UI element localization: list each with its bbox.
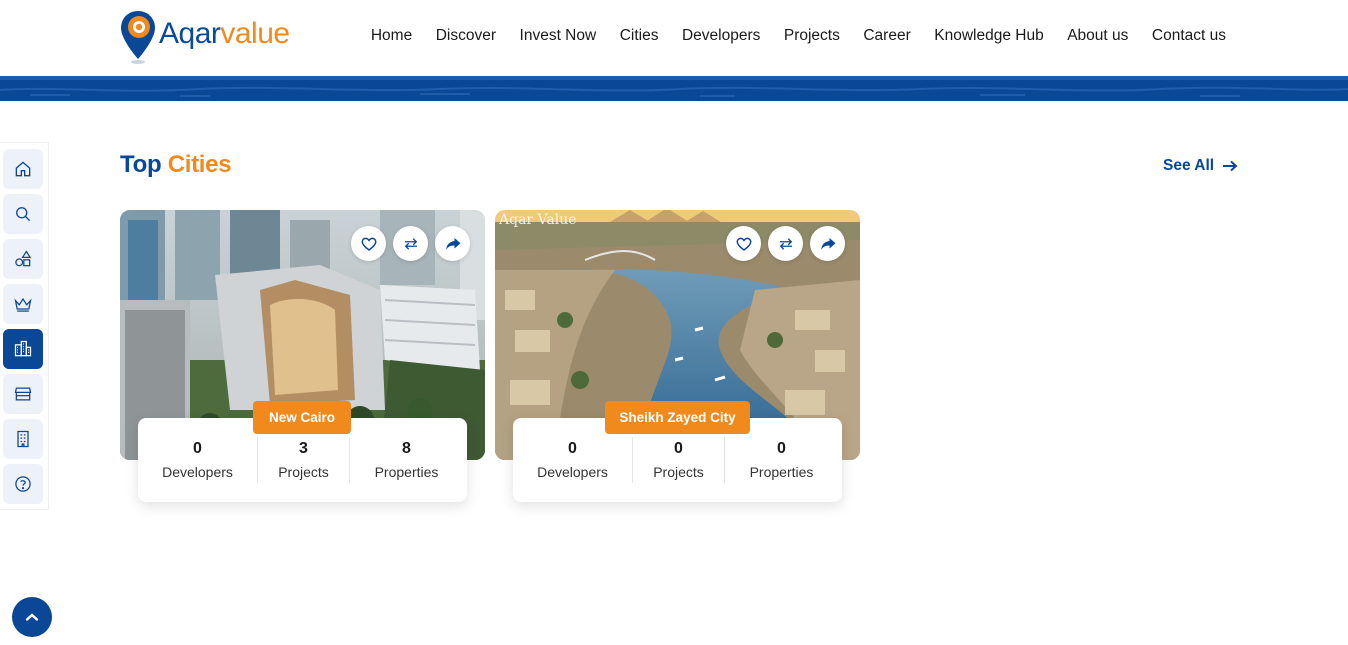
brand-name-part2: value xyxy=(220,17,290,50)
compare-button[interactable] xyxy=(768,226,803,261)
heart-icon xyxy=(360,237,377,251)
share-button[interactable] xyxy=(810,226,845,261)
developers-count: 0 xyxy=(568,440,577,457)
properties-count: 8 xyxy=(402,440,411,457)
sidebar-item-store[interactable] xyxy=(3,374,43,414)
chevron-up-icon xyxy=(25,613,39,621)
projects-stat: 0 Projects xyxy=(633,436,724,484)
sidebar-item-buildings[interactable] xyxy=(3,419,43,459)
developers-label: Developers xyxy=(537,464,608,480)
city-name-badge[interactable]: Sheikh Zayed City xyxy=(605,401,750,434)
sidebar-item-help[interactable] xyxy=(3,464,43,504)
brand-name-part1: Aqar xyxy=(159,17,221,50)
developers-count: 0 xyxy=(193,440,202,457)
shapes-icon xyxy=(15,250,32,267)
arrow-right-icon xyxy=(1223,160,1238,172)
building-icon xyxy=(17,430,29,448)
store-icon xyxy=(14,387,32,401)
compare-arrows-icon xyxy=(779,237,792,250)
brand-logo[interactable]: Aqarvalue xyxy=(119,9,290,65)
nav-invest-now[interactable]: Invest Now xyxy=(520,27,597,45)
main-nav: Home Discover Invest Now Cities Develope… xyxy=(347,27,1226,45)
projects-count: 3 xyxy=(299,440,308,457)
nav-career[interactable]: Career xyxy=(863,27,910,45)
developers-stat: 0 Developers xyxy=(138,436,257,484)
nav-contact-us[interactable]: Contact us xyxy=(1152,27,1226,45)
decorative-wave-band xyxy=(0,76,1348,101)
sidebar-item-search[interactable] xyxy=(3,194,43,234)
developers-stat: 0 Developers xyxy=(513,436,632,484)
developers-label: Developers xyxy=(162,464,233,480)
nav-projects[interactable]: Projects xyxy=(784,27,840,45)
properties-count: 0 xyxy=(777,440,786,457)
home-icon xyxy=(15,161,31,177)
location-pin-icon xyxy=(121,11,155,64)
projects-label: Projects xyxy=(653,464,704,480)
nav-cities[interactable]: Cities xyxy=(620,27,659,45)
sidebar-item-categories[interactable] xyxy=(3,239,43,279)
city-icon xyxy=(14,340,32,357)
sidebar-item-home[interactable] xyxy=(3,149,43,189)
quick-sidebar xyxy=(0,142,49,510)
compare-button[interactable] xyxy=(393,226,428,261)
section-title-part2: Cities xyxy=(167,151,232,178)
card-actions xyxy=(726,226,845,261)
projects-stat: 3 Projects xyxy=(258,436,349,484)
nav-about-us[interactable]: About us xyxy=(1067,27,1128,45)
sidebar-item-cities[interactable] xyxy=(3,329,43,369)
compare-arrows-icon xyxy=(404,237,417,250)
properties-stat: 8 Properties xyxy=(350,436,463,484)
help-icon xyxy=(15,476,31,492)
search-icon xyxy=(16,207,31,222)
city-name-badge[interactable]: New Cairo xyxy=(253,401,351,434)
favorite-button[interactable] xyxy=(351,226,386,261)
photo-watermark: Aqar Value xyxy=(499,212,577,228)
section-title-part1: Top xyxy=(120,151,162,178)
favorite-button[interactable] xyxy=(726,226,761,261)
share-arrow-icon xyxy=(445,237,460,250)
card-actions xyxy=(351,226,470,261)
share-arrow-icon xyxy=(820,237,835,250)
nav-developers[interactable]: Developers xyxy=(682,27,760,45)
properties-stat: 0 Properties xyxy=(725,436,838,484)
see-all-link[interactable]: See All xyxy=(1163,157,1238,175)
projects-count: 0 xyxy=(674,440,683,457)
properties-label: Properties xyxy=(374,464,439,480)
sidebar-item-premium[interactable] xyxy=(3,284,43,324)
section-title: Top Cities xyxy=(120,151,232,179)
nav-discover[interactable]: Discover xyxy=(436,27,496,45)
properties-label: Properties xyxy=(749,464,814,480)
nav-knowledge-hub[interactable]: Knowledge Hub xyxy=(934,27,1043,45)
see-all-label: See All xyxy=(1163,157,1215,174)
crown-icon xyxy=(14,297,32,312)
brand-name: Aqarvalue xyxy=(159,17,290,51)
projects-label: Projects xyxy=(278,464,329,480)
share-button[interactable] xyxy=(435,226,470,261)
heart-icon xyxy=(735,237,752,251)
nav-home[interactable]: Home xyxy=(371,27,412,45)
scroll-to-top-button[interactable] xyxy=(12,597,52,637)
site-header: Aqarvalue Home Discover Invest Now Citie… xyxy=(0,0,1348,76)
